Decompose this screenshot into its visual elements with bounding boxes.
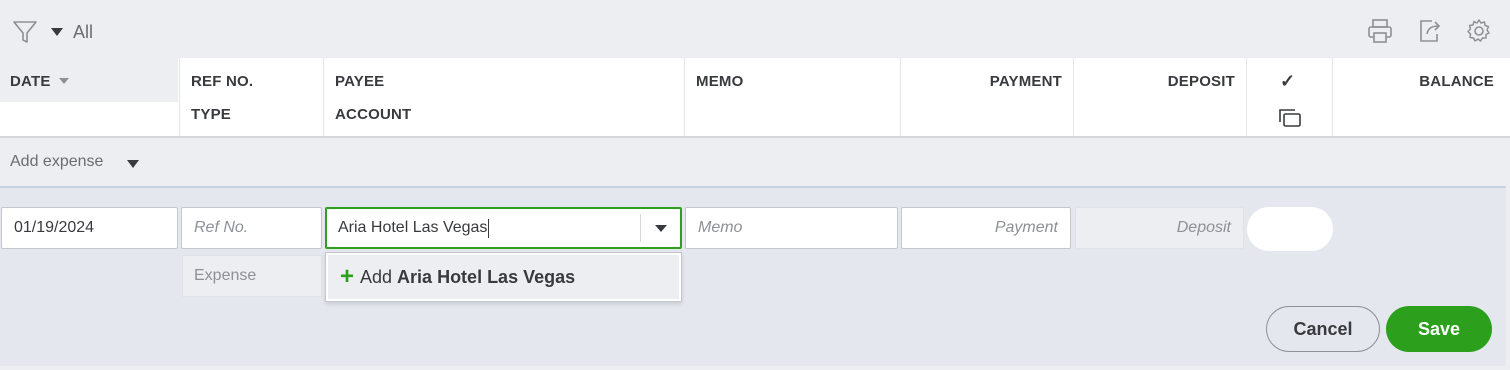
memo-input[interactable]: Memo: [685, 207, 898, 249]
column-payment-header[interactable]: PAYMENT: [990, 73, 1062, 90]
text-cursor: [488, 218, 490, 238]
column-deposit-header[interactable]: DEPOSIT: [1168, 73, 1235, 90]
payment-input[interactable]: Payment: [901, 207, 1071, 249]
column-ref-no-header[interactable]: REF NO.: [191, 73, 253, 90]
deposit-input: Deposit: [1075, 207, 1244, 249]
add-new-payee-option[interactable]: + Add Aria Hotel Las Vegas: [328, 255, 679, 299]
reconcile-status-toggle[interactable]: [1247, 207, 1333, 251]
save-button[interactable]: Save: [1386, 306, 1492, 352]
date-input[interactable]: 01/19/2024: [1, 207, 178, 249]
column-type-header[interactable]: TYPE: [191, 106, 231, 123]
sort-caret-icon[interactable]: [58, 77, 70, 85]
type-field: Expense: [182, 255, 322, 297]
register-column-header: DATE REF NO. TYPE PAYEE ACCOUNT MEMO PAY…: [0, 58, 1510, 138]
payee-input-value: Aria Hotel Las Vegas: [338, 219, 488, 236]
column-memo-header[interactable]: MEMO: [696, 73, 743, 90]
payee-suggestion-dropdown: + Add Aria Hotel Las Vegas: [325, 252, 682, 302]
print-icon[interactable]: [1366, 17, 1394, 45]
column-payee-header[interactable]: PAYEE: [335, 73, 384, 90]
register-toolbar: All: [0, 0, 1510, 58]
column-balance-header[interactable]: BALANCE: [1419, 73, 1494, 90]
add-option-payee-name: Aria Hotel Las Vegas: [397, 266, 576, 287]
column-date-header[interactable]: DATE: [10, 73, 51, 90]
filter-icon[interactable]: [12, 19, 38, 45]
filter-all-label[interactable]: All: [73, 22, 93, 43]
column-reconcile-check-header[interactable]: ✓: [1280, 71, 1295, 92]
plus-icon: +: [340, 263, 355, 290]
settings-gear-icon[interactable]: [1465, 17, 1493, 45]
add-expense-button[interactable]: Add expense: [10, 153, 103, 171]
payee-input[interactable]: Aria Hotel Las Vegas: [325, 207, 682, 249]
column-account-header[interactable]: ACCOUNT: [335, 106, 411, 123]
add-expense-caret-icon[interactable]: [127, 160, 139, 168]
export-icon[interactable]: [1416, 17, 1444, 45]
add-expense-bar: Add expense: [0, 138, 1510, 186]
filter-caret-icon[interactable]: [51, 28, 63, 36]
add-option-prefix: Add: [360, 266, 393, 287]
copy-rows-icon[interactable]: [1278, 108, 1302, 128]
ref-no-input[interactable]: Ref No.: [181, 207, 322, 249]
payee-dropdown-caret-icon[interactable]: [655, 225, 667, 232]
cancel-button[interactable]: Cancel: [1266, 306, 1380, 352]
